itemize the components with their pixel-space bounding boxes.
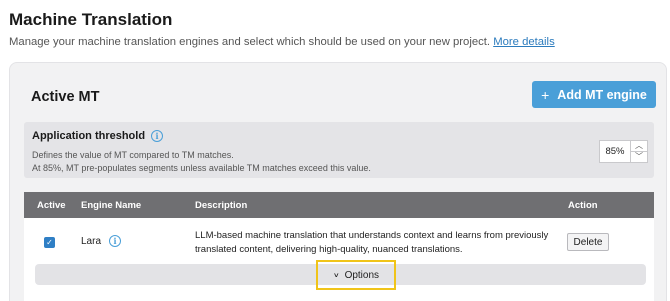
- threshold-stepper: 85% ︿ ﹀: [599, 140, 648, 163]
- header-action: Action: [568, 200, 598, 211]
- table-header: Active Engine Name Description Action: [24, 192, 654, 218]
- engine-name: Lara: [81, 235, 102, 247]
- threshold-input[interactable]: 85%: [599, 140, 631, 163]
- options-bar: ∨ Options: [35, 260, 646, 290]
- chevron-down-icon: ∨: [332, 271, 340, 279]
- stepper-up-icon[interactable]: ︿: [631, 140, 648, 152]
- add-mt-engine-button[interactable]: + Add MT engine: [532, 81, 656, 108]
- options-label: Options: [344, 269, 380, 281]
- page-subtitle: Manage your machine translation engines …: [9, 36, 555, 48]
- options-button[interactable]: ∨ Options: [316, 260, 396, 290]
- threshold-title: Application threshold: [32, 130, 146, 142]
- engine-cell: Lara i: [81, 235, 122, 247]
- subtitle-text: Manage your machine translation engines …: [9, 36, 491, 48]
- threshold-title-row: Application threshold i: [32, 130, 164, 142]
- active-checkbox[interactable]: ✓: [44, 237, 55, 248]
- threshold-description: Defines the value of MT compared to TM m…: [32, 149, 371, 175]
- page-title: Machine Translation: [9, 10, 173, 29]
- threshold-desc-line1: Defines the value of MT compared to TM m…: [32, 150, 234, 160]
- header-engine-name: Engine Name: [81, 200, 142, 211]
- more-details-link[interactable]: More details: [493, 36, 555, 48]
- add-mt-engine-label: Add MT engine: [557, 87, 647, 102]
- table-row: ✓ Lara i LLM-based machine translation t…: [24, 218, 654, 262]
- delete-button[interactable]: Delete: [567, 233, 609, 251]
- active-mt-card: Active MT + Add MT engine Application th…: [9, 62, 667, 301]
- info-icon[interactable]: i: [151, 130, 164, 142]
- plus-icon: +: [541, 86, 550, 103]
- engine-description: LLM-based machine translation that under…: [195, 230, 549, 255]
- header-description: Description: [195, 200, 248, 211]
- threshold-panel: Application threshold i Defines the valu…: [24, 122, 654, 178]
- stepper-down-icon[interactable]: ﹀: [631, 151, 648, 163]
- header-active: Active: [37, 200, 66, 211]
- threshold-desc-line2: At 85%, MT pre-populates segments unless…: [32, 163, 371, 173]
- mt-engines-table: Active Engine Name Description Action ✓ …: [24, 192, 654, 301]
- active-mt-title: Active MT: [31, 89, 100, 105]
- stepper-buttons: ︿ ﹀: [631, 140, 648, 163]
- engine-info-icon[interactable]: i: [109, 235, 122, 247]
